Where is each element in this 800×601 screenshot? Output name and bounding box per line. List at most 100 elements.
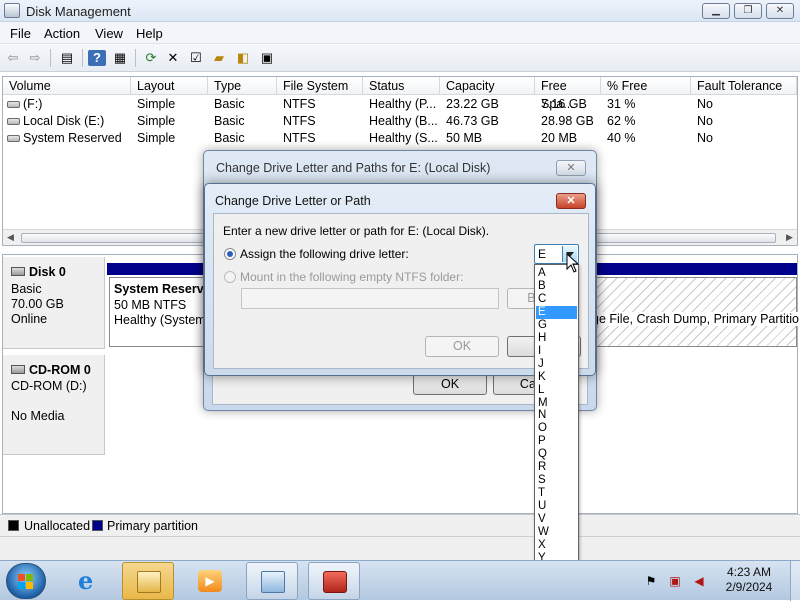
dialog-close-button[interactable]: ✕ [556, 160, 586, 176]
drive-letter-option[interactable]: R [536, 461, 577, 474]
dialog-close-button[interactable]: ✕ [556, 193, 586, 209]
clock-date: 2/9/2024 [725, 580, 773, 594]
drive-letter-option[interactable]: O [536, 422, 577, 435]
drive-letter-option[interactable]: U [536, 500, 577, 513]
taskbar-internet-explorer[interactable]: e [64, 562, 116, 600]
drive-letter-option[interactable]: I [536, 345, 577, 358]
menu-view[interactable]: View [95, 26, 123, 41]
menu-action[interactable]: Action [44, 26, 80, 41]
properties-icon[interactable]: ▦ [111, 50, 129, 66]
view-icon[interactable]: ▣ [258, 50, 276, 66]
mount-folder-label[interactable]: Mount in the following empty NTFS folder… [240, 270, 463, 284]
delete-icon[interactable]: ✕ [164, 50, 182, 66]
drive-letter-option[interactable]: J [536, 358, 577, 371]
col-layout[interactable]: Layout [131, 77, 208, 95]
start-button[interactable] [6, 563, 46, 599]
drive-letter-option[interactable]: T [536, 487, 577, 500]
col-file-system[interactable]: File System [277, 77, 363, 95]
legend-swatch-primary [92, 520, 103, 531]
drive-letter-option[interactable]: G [536, 319, 577, 332]
col-status[interactable]: Status [363, 77, 440, 95]
taskbar-computer-management[interactable] [308, 562, 360, 600]
refresh-icon[interactable]: ⟳ [142, 50, 160, 66]
maximize-button[interactable]: ❐ [734, 3, 762, 19]
free-space-cell: 20 MB [541, 131, 578, 145]
volume-row[interactable]: Local Disk (E:) Simple Basic NTFS Health… [3, 113, 797, 130]
forward-icon[interactable]: ⇨ [26, 50, 44, 66]
col-free-space[interactable]: Free Spa... [535, 77, 601, 111]
action-center-flag-icon[interactable]: ⚑ [644, 575, 658, 588]
col-type[interactable]: Type [208, 77, 277, 95]
instruction-text: Enter a new drive letter or path for E: … [223, 224, 490, 238]
volume-muted-icon[interactable]: ◀ [692, 575, 706, 588]
help-icon[interactable]: ? [88, 50, 106, 66]
folder-path-input[interactable] [241, 288, 499, 309]
toolbar-separator [135, 49, 136, 67]
drive-letter-option[interactable]: K [536, 371, 577, 384]
drive-letter-option[interactable]: M [536, 397, 577, 410]
volume-row[interactable]: (F:) Simple Basic NTFS Healthy (P... 23.… [3, 96, 797, 113]
open-folder-icon[interactable]: ▰ [210, 50, 228, 66]
disk-0-label[interactable]: Disk 0 Basic 70.00 GB Online [3, 257, 105, 349]
drive-letter-option[interactable]: H [536, 332, 577, 345]
menu-help[interactable]: Help [136, 26, 163, 41]
minimize-button[interactable]: ▁ [702, 3, 730, 19]
col-percent-free[interactable]: % Free [601, 77, 691, 95]
drive-letter-option[interactable]: V [536, 513, 577, 526]
drive-letter-option[interactable]: L [536, 384, 577, 397]
cdrom-0-label[interactable]: CD-ROM 0 CD-ROM (D:) No Media [3, 355, 105, 455]
drive-letter-option[interactable]: C [536, 293, 577, 306]
disk-state: Online [11, 312, 48, 326]
status-cell: Healthy (B... [369, 114, 438, 128]
drive-letter-option[interactable]: W [536, 526, 577, 539]
type-cell: Basic [214, 97, 245, 111]
taskbar: e ▶ ⚑ ▣ ◀ 4:23 AM 2/9/2024 [0, 560, 800, 601]
volume-row[interactable]: System Reserved Simple Basic NTFS Health… [3, 130, 797, 147]
drive-letter-option[interactable]: E [536, 305, 577, 319]
dialog-body: Enter a new drive letter or path for E: … [213, 213, 589, 369]
legend-swatch-unallocated [8, 520, 19, 531]
mouse-cursor-icon [566, 253, 580, 273]
drive-letter-option[interactable]: N [536, 409, 577, 422]
drive-letter-option[interactable]: Q [536, 448, 577, 461]
scroll-left-icon[interactable]: ◀ [7, 232, 14, 243]
volume-name: (F:) [23, 97, 43, 111]
menu-file[interactable]: File [10, 26, 31, 41]
fault-tolerance-cell: No [697, 114, 713, 128]
show-hide-icon[interactable]: ▤ [58, 50, 76, 66]
taskbar-control-panel[interactable] [246, 562, 298, 600]
drive-letter-option[interactable]: B [536, 280, 577, 293]
mount-folder-radio[interactable] [224, 271, 236, 283]
back-icon[interactable]: ⇦ [4, 50, 22, 66]
disk-type: Basic [11, 282, 42, 296]
col-fault-tolerance[interactable]: Fault Tolerance [691, 77, 797, 95]
scroll-right-icon[interactable]: ▶ [786, 232, 793, 243]
col-capacity[interactable]: Capacity [440, 77, 535, 95]
clock-time: 4:23 AM [726, 565, 772, 579]
close-button[interactable]: ✕ [766, 3, 794, 19]
drive-letter-option[interactable]: S [536, 474, 577, 487]
assign-letter-radio[interactable] [224, 248, 236, 260]
menu-bar: File Action View Help [0, 22, 800, 44]
toolbox-icon [323, 571, 347, 593]
taskbar-media-player[interactable]: ▶ [184, 562, 236, 600]
volume-name-cell: Local Disk (E:) [7, 113, 131, 130]
explore-icon[interactable]: ◧ [234, 50, 252, 66]
partition-status: Healthy (System, [114, 313, 210, 327]
drive-letter-option[interactable]: P [536, 435, 577, 448]
check-icon[interactable]: ☑ [187, 50, 205, 66]
taskbar-windows-explorer[interactable] [122, 562, 174, 600]
col-volume[interactable]: Volume [3, 77, 131, 95]
clock[interactable]: 4:23 AM 2/9/2024 [718, 565, 780, 595]
file-system-cell: NTFS [283, 97, 316, 111]
assign-letter-label[interactable]: Assign the following drive letter: [240, 247, 409, 261]
partition-system-reserved[interactable]: System Reserve 50 MB NTFS Healthy (Syste… [109, 277, 211, 347]
partition-local-disk-e[interactable]: ge File, Crash Dump, Primary Partitio [587, 277, 800, 347]
drive-letter-option[interactable]: X [536, 539, 577, 552]
disk-management-app-icon [4, 3, 20, 18]
network-icon[interactable]: ▣ [668, 575, 682, 588]
ok-button[interactable]: OK [425, 336, 499, 357]
volume-name-cell: System Reserved [7, 130, 131, 147]
ok-button[interactable]: OK [413, 374, 487, 395]
show-desktop-button[interactable] [790, 561, 800, 601]
